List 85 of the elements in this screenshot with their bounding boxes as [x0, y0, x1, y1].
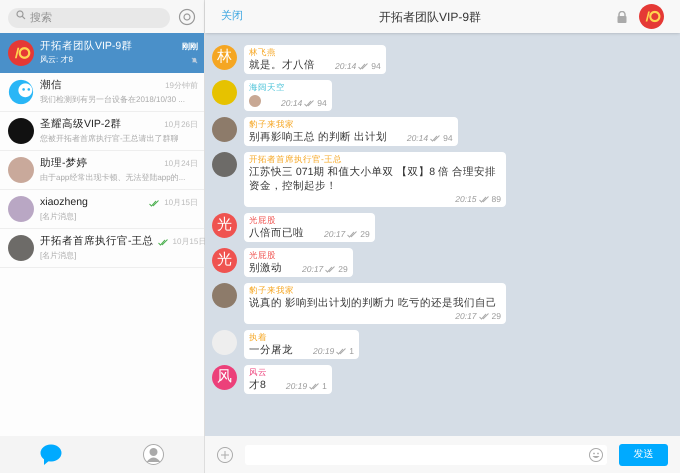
read-count: 89	[492, 193, 501, 205]
search-field[interactable]: 搜索	[8, 8, 170, 28]
message-text: 才8	[249, 378, 266, 392]
message-time: 20:14	[335, 60, 356, 72]
chat-time: 10月15日	[172, 236, 206, 248]
message-time: 20:17	[324, 228, 346, 240]
read-count: 94	[371, 60, 381, 72]
chat-name: 助理-梦婷	[40, 156, 88, 172]
double-check-icon	[430, 134, 442, 142]
message-time: 20:17	[455, 310, 477, 322]
read-count: 94	[443, 132, 453, 144]
message-text: 八倍而已啦	[249, 226, 304, 240]
message-time: 20:19	[313, 345, 334, 357]
letter-avatar: 风	[212, 365, 237, 390]
letter-avatar: 林	[212, 45, 237, 70]
message-time: 20:17	[302, 263, 324, 275]
person-icon[interactable]	[142, 444, 164, 465]
message-time: 20:14	[406, 132, 428, 144]
lock-icon	[617, 10, 627, 22]
double-check-icon	[336, 348, 348, 354]
double-check-icon	[304, 100, 316, 106]
message-time: 20:14	[281, 97, 302, 109]
letter-avatar: 光	[212, 213, 237, 238]
message-text: 就是。才八倍	[249, 58, 315, 72]
double-check-icon	[347, 230, 358, 238]
read-count: 94	[317, 97, 327, 109]
chat-time: 19分钟前	[165, 80, 198, 92]
chat-list-item[interactable]: 开拓者首席执行官-王总 10月15日 [名片消息]	[0, 229, 204, 268]
chat-name: 圣耀高级VIP-2群	[40, 117, 122, 132]
chat-time: 10月15日	[164, 197, 198, 209]
message-input[interactable]	[245, 444, 607, 464]
settings-icon[interactable]	[178, 8, 196, 26]
sender-name: 光屁股	[249, 215, 277, 226]
sender-name: 海阔天空	[249, 82, 286, 93]
double-check-icon	[478, 312, 490, 320]
chat-name: 开拓者首席执行官-王总	[40, 234, 154, 250]
sender-name: 开拓者首席执行官-王总	[249, 154, 343, 165]
chat-list-item[interactable]: xiaozheng 10月15日 [名片消息]	[0, 190, 204, 229]
message-text: 别再影响王总 的判断 出计划	[249, 130, 387, 144]
message-text: 江苏快三 071期 和值大小单双 【双】8 倍 合理安排资金，控制起步！	[249, 165, 497, 193]
chat-title: 开拓者团队VIP-9群	[378, 8, 482, 26]
chat-bubble-icon[interactable]	[40, 444, 62, 465]
read-count: 29	[338, 263, 348, 275]
sender-name: 执着	[249, 332, 268, 343]
sender-name: 林飞燕	[249, 47, 277, 58]
chat-time: 10月24日	[164, 158, 198, 170]
chat-list-item[interactable]: 助理-梦婷 10月24日 由于app经常出现卡顿、无法登陆app的...	[0, 151, 204, 190]
chat-preview: [名片消息]	[40, 250, 78, 262]
read-count: 29	[360, 228, 370, 240]
chat-preview: 您被开拓者首席执行官-王总请出了群聊	[40, 132, 180, 145]
double-check-icon	[149, 200, 160, 206]
message-text: 说真的 影响到出计划的判断力 吃亏的还是我们自己	[249, 296, 497, 310]
double-check-icon	[358, 62, 370, 70]
message-text: 别激动	[249, 261, 282, 275]
chat-name: xiaozheng	[40, 195, 89, 210]
read-count: 29	[492, 310, 501, 322]
chat-time: 10月26日	[164, 119, 198, 131]
chat-name: 潮信	[40, 78, 63, 94]
chat-name: 开拓者团队VIP-9群	[40, 38, 134, 54]
read-count: 1	[349, 345, 354, 357]
search-icon	[16, 10, 26, 20]
chat-preview: 由于app经常出现卡顿、无法登陆app的...	[40, 172, 186, 184]
add-icon[interactable]	[217, 446, 233, 462]
logo-icon	[639, 4, 664, 29]
double-check-icon	[478, 196, 490, 202]
sender-name: 豹子来我家	[249, 285, 295, 296]
chat-preview: 风云: 才8	[40, 54, 74, 66]
chat-list-item[interactable]: 圣耀高级VIP-2群 10月26日 您被开拓者首席执行官-王总请出了群聊	[0, 112, 204, 151]
emoji-icon[interactable]	[589, 448, 603, 462]
message-time: 20:15	[455, 193, 477, 205]
double-check-icon	[309, 382, 320, 390]
chat-list-item[interactable]: 潮信 19分钟前 我们检测到有另一台设备在2018/10/30 ...	[0, 73, 204, 112]
chat-time: 刚刚	[182, 40, 198, 52]
sender-name: 风云	[249, 367, 268, 378]
letter-avatar: 光	[212, 248, 237, 273]
sticker-placeholder	[249, 95, 261, 107]
sender-name: 光屁股	[249, 250, 277, 261]
message-text: 一分屠龙	[249, 343, 293, 357]
sender-name: 豹子来我家	[249, 119, 295, 130]
double-check-icon	[325, 266, 336, 272]
message-time: 20:19	[286, 380, 308, 392]
read-count: 1	[322, 380, 327, 392]
double-check-icon	[158, 238, 168, 246]
chat-preview: 我们检测到有另一台设备在2018/10/30 ...	[40, 94, 186, 106]
chat-preview: [名片消息]	[40, 210, 78, 223]
